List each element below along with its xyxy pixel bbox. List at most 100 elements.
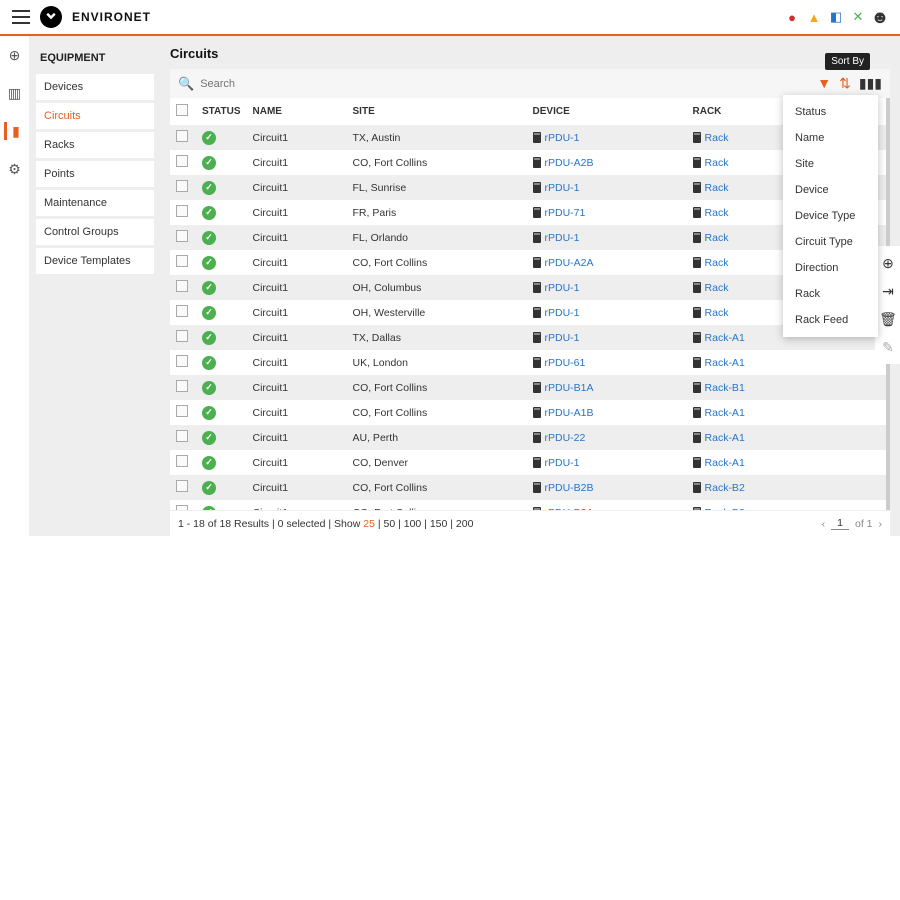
row-checkbox[interactable] <box>176 155 188 167</box>
row-checkbox[interactable] <box>176 380 188 392</box>
rack-link[interactable]: Rack <box>705 307 729 319</box>
table-row[interactable]: ✓Circuit1CO, Fort CollinsrPDU-A2ARack <box>170 250 886 275</box>
user-account-icon[interactable]: ☻ <box>872 9 888 25</box>
sidebar-item-devices[interactable]: Devices <box>36 74 154 100</box>
device-link[interactable]: rPDU-1 <box>545 457 580 469</box>
rack-link[interactable]: Rack <box>705 282 729 294</box>
row-checkbox[interactable] <box>176 305 188 317</box>
table-row[interactable]: ✓Circuit1TX, AustinrPDU-1Rack <box>170 125 886 150</box>
sort-option-circuit-type[interactable]: Circuit Type <box>783 229 878 255</box>
table-row[interactable]: ✓Circuit1FL, SunriserPDU-1Rack <box>170 175 886 200</box>
table-row[interactable]: ✓Circuit1OH, WestervillerPDU-1Rack <box>170 300 886 325</box>
tools-icon[interactable]: ✕ <box>850 9 866 25</box>
rail-globe-icon[interactable]: ⊕ <box>6 46 24 64</box>
rack-link[interactable]: Rack-A1 <box>705 332 745 344</box>
device-link[interactable]: rPDU-B2A <box>545 507 594 511</box>
sort-option-name[interactable]: Name <box>783 125 878 151</box>
search-input[interactable] <box>200 78 817 90</box>
table-row[interactable]: ✓Circuit1UK, LondonrPDU-61Rack-A1 <box>170 350 886 375</box>
rail-equipment-icon[interactable]: ▮ <box>4 122 22 140</box>
table-row[interactable]: ✓Circuit1OH, ColumbusrPDU-1Rack <box>170 275 886 300</box>
rack-link[interactable]: Rack-B2 <box>705 482 745 494</box>
export-icon[interactable]: ⇥ <box>879 282 897 300</box>
row-checkbox[interactable] <box>176 280 188 292</box>
sort-icon[interactable]: ⇅ <box>839 75 851 92</box>
rack-link[interactable]: Rack <box>705 207 729 219</box>
rack-link[interactable]: Rack <box>705 257 729 269</box>
sort-option-rack[interactable]: Rack <box>783 281 878 307</box>
rail-chart-icon[interactable]: ▥ <box>6 84 24 102</box>
device-link[interactable]: rPDU-61 <box>545 357 586 369</box>
sort-option-device-type[interactable]: Device Type <box>783 203 878 229</box>
table-row[interactable]: ✓Circuit1CO, Fort CollinsrPDU-A2BRack <box>170 150 886 175</box>
pager-next-icon[interactable]: › <box>879 518 883 530</box>
pager-page-number[interactable]: 1 <box>831 517 849 530</box>
device-link[interactable]: rPDU-1 <box>545 132 580 144</box>
device-link[interactable]: rPDU-1 <box>545 232 580 244</box>
pager-prev-icon[interactable]: ‹ <box>822 518 826 530</box>
select-all-checkbox[interactable] <box>176 104 188 116</box>
row-checkbox[interactable] <box>176 480 188 492</box>
device-link[interactable]: rPDU-A2A <box>545 257 594 269</box>
device-link[interactable]: rPDU-1 <box>545 332 580 344</box>
sidebar-item-control-groups[interactable]: Control Groups <box>36 219 154 245</box>
row-checkbox[interactable] <box>176 505 188 510</box>
table-row[interactable]: ✓Circuit1CO, Fort CollinsrPDU-B2BRack-B2 <box>170 475 886 500</box>
device-link[interactable]: rPDU-A2B <box>545 157 594 169</box>
rack-link[interactable]: Rack-A1 <box>705 357 745 369</box>
rack-link[interactable]: Rack-A1 <box>705 457 745 469</box>
hamburger-menu-icon[interactable] <box>12 10 30 24</box>
device-link[interactable]: rPDU-B1A <box>545 382 594 394</box>
sort-option-device[interactable]: Device <box>783 177 878 203</box>
sort-option-direction[interactable]: Direction <box>783 255 878 281</box>
delete-icon[interactable]: 🗑 <box>879 310 897 328</box>
column-header[interactable] <box>170 98 196 125</box>
rack-link[interactable]: Rack <box>705 132 729 144</box>
filter-icon[interactable]: ▼ <box>817 75 831 92</box>
table-row[interactable]: ✓Circuit1AU, PerthrPDU-22Rack-A1 <box>170 425 886 450</box>
column-header[interactable]: DEVICE <box>527 98 687 125</box>
rack-link[interactable]: Rack <box>705 157 729 169</box>
sidebar-item-maintenance[interactable]: Maintenance <box>36 190 154 216</box>
rack-link[interactable]: Rack-A1 <box>705 407 745 419</box>
table-row[interactable]: ✓Circuit1FR, ParisrPDU-71Rack <box>170 200 886 225</box>
alert-error-icon[interactable]: ● <box>784 9 800 25</box>
row-checkbox[interactable] <box>176 130 188 142</box>
alert-info-icon[interactable]: ◧ <box>828 9 844 25</box>
column-header[interactable]: STATUS <box>196 98 247 125</box>
rack-link[interactable]: Rack <box>705 232 729 244</box>
edit-icon[interactable]: ✎ <box>879 338 897 356</box>
row-checkbox[interactable] <box>176 355 188 367</box>
rack-link[interactable]: Rack-B2 <box>705 507 745 511</box>
row-checkbox[interactable] <box>176 430 188 442</box>
device-link[interactable]: rPDU-1 <box>545 282 580 294</box>
column-header[interactable]: SITE <box>347 98 527 125</box>
row-checkbox[interactable] <box>176 180 188 192</box>
page-size-option[interactable]: 50 <box>383 518 395 530</box>
page-size-option[interactable]: 200 <box>456 518 474 530</box>
table-row[interactable]: ✓Circuit1TX, DallasrPDU-1Rack-A1 <box>170 325 886 350</box>
device-link[interactable]: rPDU-B2B <box>545 482 594 494</box>
sort-option-rack-feed[interactable]: Rack Feed <box>783 307 878 333</box>
device-link[interactable]: rPDU-71 <box>545 207 586 219</box>
device-link[interactable]: rPDU-1 <box>545 307 580 319</box>
table-row[interactable]: ✓Circuit1CO, DenverrPDU-1Rack-A1 <box>170 450 886 475</box>
rack-link[interactable]: Rack-B1 <box>705 382 745 394</box>
page-size-option[interactable]: 150 <box>430 518 448 530</box>
device-link[interactable]: rPDU-A1B <box>545 407 594 419</box>
row-checkbox[interactable] <box>176 205 188 217</box>
page-size-option[interactable]: 25 <box>363 518 375 530</box>
sidebar-item-racks[interactable]: Racks <box>36 132 154 158</box>
column-header[interactable]: NAME <box>247 98 347 125</box>
page-size-option[interactable]: 100 <box>404 518 422 530</box>
row-checkbox[interactable] <box>176 230 188 242</box>
row-checkbox[interactable] <box>176 330 188 342</box>
rack-link[interactable]: Rack <box>705 182 729 194</box>
device-link[interactable]: rPDU-22 <box>545 432 586 444</box>
table-row[interactable]: ✓Circuit1CO, Fort CollinsrPDU-A1BRack-A1 <box>170 400 886 425</box>
sort-option-site[interactable]: Site <box>783 151 878 177</box>
add-icon[interactable]: ⊕ <box>879 254 897 272</box>
rail-settings-icon[interactable]: ⚙ <box>6 160 24 178</box>
sidebar-item-points[interactable]: Points <box>36 161 154 187</box>
row-checkbox[interactable] <box>176 405 188 417</box>
